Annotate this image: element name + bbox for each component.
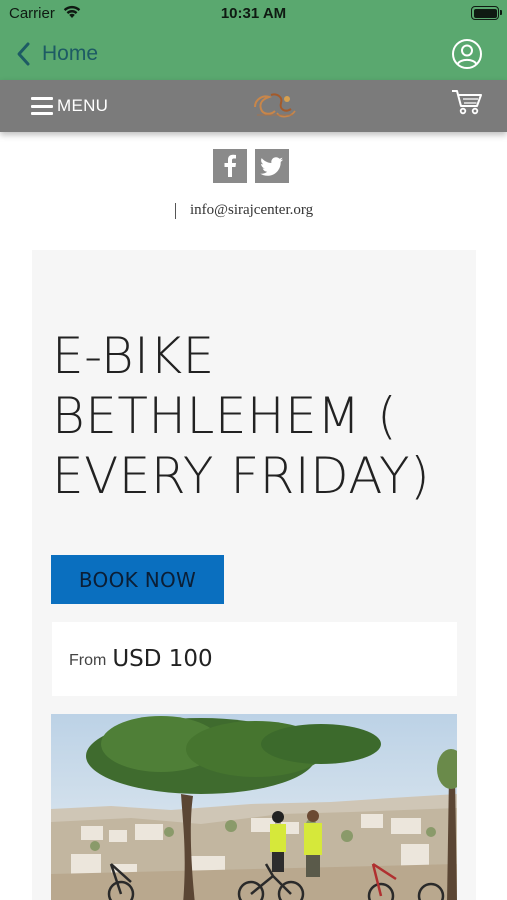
price-amount: USD 100 — [112, 646, 213, 672]
tour-card: E-BIKE BETHLEHEM ( EVERY FRIDAY) BOOK NO… — [32, 250, 476, 900]
logo[interactable] — [249, 89, 301, 121]
price-box: From USD 100 — [52, 622, 457, 696]
site-header: MENU — [0, 80, 507, 132]
clock: 10:31 AM — [220, 5, 287, 22]
book-now-button[interactable]: BOOK NOW — [51, 555, 224, 604]
tour-title-line: E-BIKE — [52, 327, 215, 385]
tour-photo — [51, 714, 457, 900]
twitter-icon[interactable] — [255, 149, 289, 183]
social-links — [213, 149, 289, 183]
tour-title-line: EVERY FRIDAY) — [52, 447, 431, 505]
contact-line: info@sirajcenter.org — [175, 202, 313, 219]
chevron-left-icon — [17, 42, 30, 66]
menu-button[interactable]: MENU — [31, 93, 108, 119]
tour-title-line: BETHLEHEM ( — [52, 387, 398, 445]
navigation-bar: Home — [0, 28, 507, 80]
contact-email[interactable]: info@sirajcenter.org — [190, 202, 313, 219]
divider — [175, 202, 176, 219]
price-prefix: From — [69, 652, 107, 669]
user-circle-icon[interactable] — [451, 38, 483, 70]
back-label: Home — [42, 42, 99, 65]
hamburger-icon — [31, 97, 53, 115]
status-bar: Carrier 10:31 AM — [0, 0, 507, 28]
menu-label: MENU — [57, 96, 109, 115]
tour-title: E-BIKE BETHLEHEM ( EVERY FRIDAY) — [52, 326, 452, 506]
battery-icon — [471, 6, 502, 20]
facebook-icon[interactable] — [213, 149, 247, 183]
cart-icon[interactable] — [451, 88, 483, 116]
back-button[interactable]: Home — [14, 38, 98, 70]
